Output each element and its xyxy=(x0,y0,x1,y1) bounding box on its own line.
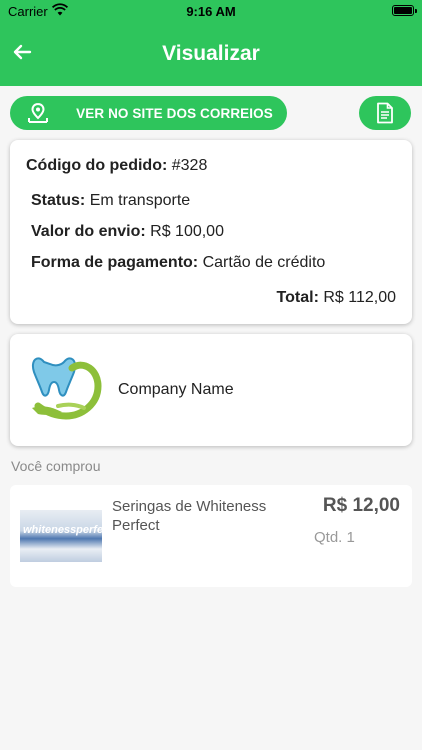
product-price: R$ 12,00 xyxy=(322,495,400,516)
product-name: Seringas de Whiteness Perfect xyxy=(112,498,267,534)
top-navbar: Visualizar xyxy=(0,22,422,86)
product-thumbnail-brand: whitenessperfect xyxy=(23,524,102,536)
company-card[interactable]: Company Name xyxy=(10,334,412,446)
purchased-item[interactable]: whitenessperfect Seringas de Whiteness P… xyxy=(10,485,412,587)
view-on-correios-button[interactable]: VER NO SITE DOS CORREIOS xyxy=(10,96,287,130)
order-status-value: Em transporte xyxy=(89,192,191,209)
payment-method-label: Forma de pagamento: xyxy=(31,254,199,271)
payment-method-row: Forma de pagamento: Cartão de crédito xyxy=(31,254,325,272)
clock: 9:16 AM xyxy=(186,4,236,19)
order-total-value: R$ 112,00 xyxy=(323,289,396,306)
correios-button-label: VER NO SITE DOS CORREIOS xyxy=(76,106,273,121)
map-pin-icon xyxy=(28,102,48,123)
order-status-row: Status: Em transporte xyxy=(31,192,190,210)
order-status-label: Status: xyxy=(31,192,86,209)
payment-method-value: Cartão de crédito xyxy=(202,254,326,271)
shipping-value-label: Valor do envio: xyxy=(31,223,146,240)
company-name: Company Name xyxy=(118,381,234,398)
company-logo xyxy=(32,357,102,420)
order-summary-card: Código do pedido: #328 Status: Em transp… xyxy=(10,140,412,324)
page-title: Visualizar xyxy=(162,42,260,65)
purchased-section-title: Você comprou xyxy=(11,458,101,474)
battery-icon xyxy=(392,5,417,16)
shipping-value-row: Valor do envio: R$ 100,00 xyxy=(31,223,224,241)
order-code-row: Código do pedido: #328 xyxy=(26,157,207,175)
product-thumbnail: whitenessperfect xyxy=(20,510,102,562)
document-icon xyxy=(377,102,393,124)
shipping-value: R$ 100,00 xyxy=(150,223,224,240)
order-total-row: Total: R$ 112,00 xyxy=(277,289,396,307)
status-bar: Carrier 9:16 AM xyxy=(0,0,422,22)
order-total-label: Total: xyxy=(276,289,319,306)
document-button[interactable] xyxy=(359,96,411,130)
order-code-value: #328 xyxy=(171,157,208,174)
order-code-label: Código do pedido: xyxy=(26,157,168,174)
product-quantity: Qtd. 1 xyxy=(314,529,355,546)
